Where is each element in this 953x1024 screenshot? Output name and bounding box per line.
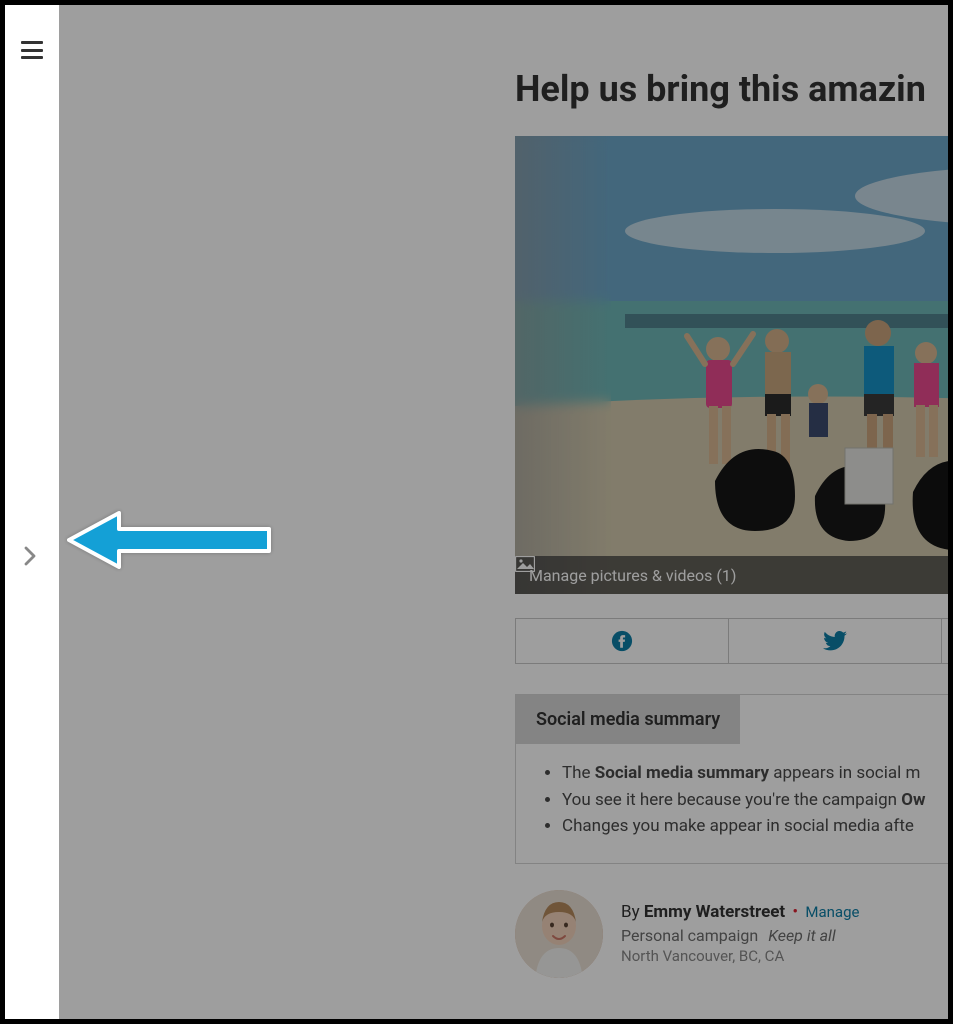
collapsed-sidebar — [5, 5, 59, 1019]
annotation-arrow — [63, 509, 271, 575]
hamburger-menu-icon[interactable] — [21, 41, 43, 59]
expand-chevron-icon[interactable] — [23, 545, 39, 571]
